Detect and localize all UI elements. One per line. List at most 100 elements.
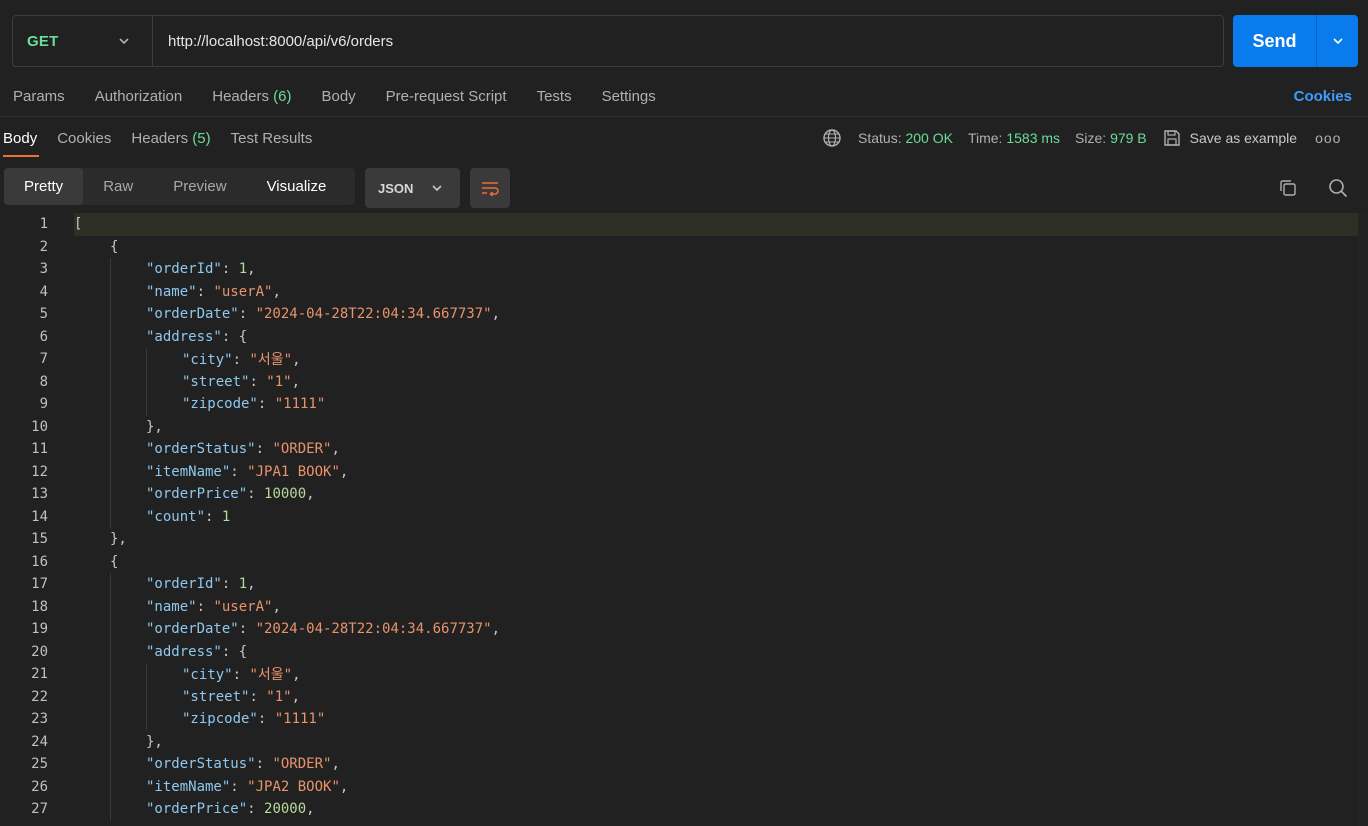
json-punctuation: : (238, 306, 256, 323)
code-content: "count": 1 (74, 505, 1368, 528)
line-number: 15 (31, 531, 48, 548)
line-number: 24 (31, 733, 48, 750)
copy-icon[interactable] (1278, 178, 1298, 198)
tab-authorization[interactable]: Authorization (95, 88, 183, 105)
response-tabs: Body Cookies Headers (5) Test Results (3, 126, 332, 150)
code-line: 24}, (0, 730, 1368, 753)
size-field[interactable]: Size: 979 B (1075, 130, 1147, 146)
json-punctuation: : (257, 711, 275, 728)
code-content: "address": { (74, 325, 1368, 348)
view-preview[interactable]: Preview (153, 168, 246, 205)
json-punctuation: : (230, 778, 248, 795)
code-content: }, (74, 415, 1368, 438)
json-key: "orderPrice" (146, 486, 248, 503)
tab-params[interactable]: Params (13, 88, 65, 105)
search-icon[interactable] (1327, 177, 1349, 199)
code-line: 4 "name": "userA", (0, 280, 1368, 303)
view-raw[interactable]: Raw (83, 168, 153, 205)
indent-guide (110, 640, 111, 663)
response-body-editor[interactable]: 1[2{3 "orderId": 1, 4 "name": "userA", 5 "ord… (0, 213, 1368, 826)
line-number: 9 (39, 396, 48, 413)
json-key: "name" (146, 283, 197, 300)
indent-guide (110, 618, 111, 641)
json-punctuation: , (331, 756, 340, 773)
indent-guide (110, 415, 111, 438)
code-line: 13 "orderPrice": 10000, (0, 483, 1368, 506)
format-select[interactable]: JSON (365, 168, 460, 208)
request-bar: GET http://localhost:8000/api/v6/orders … (12, 15, 1358, 67)
line-number: 3 (39, 261, 48, 278)
json-punctuation: : (249, 688, 267, 705)
status-field[interactable]: Status: 200 OK (858, 130, 953, 146)
code-line: 11 "orderStatus": "ORDER", (0, 438, 1368, 461)
tab-response-body[interactable]: Body (3, 130, 37, 147)
json-punctuation: : (238, 621, 256, 638)
more-options-button[interactable]: ooo (1315, 130, 1341, 146)
code-content: "name": "userA", (74, 595, 1368, 618)
code-content: "zipcode": "1111" (74, 708, 1368, 731)
json-string: "서울" (249, 667, 293, 684)
request-tabs: Params Authorization Headers (6) Body Pr… (13, 84, 686, 108)
tab-response-cookies[interactable]: Cookies (57, 130, 111, 147)
indent-guide (110, 663, 111, 686)
cookies-link[interactable]: Cookies (1294, 84, 1352, 108)
json-string: "1111" (274, 711, 326, 728)
time-label: Time: (967, 130, 1003, 146)
method-select[interactable]: GET (13, 16, 153, 66)
view-pretty[interactable]: Pretty (4, 168, 84, 205)
indent-guide (110, 573, 111, 596)
code-text: "street": "1", (74, 374, 300, 390)
json-key: "orderId" (146, 261, 222, 278)
code-content: "orderId": 1, (74, 258, 1368, 281)
indent-guide (110, 685, 111, 708)
send-dropdown-button[interactable] (1317, 15, 1358, 67)
json-key: "itemName" (146, 778, 231, 795)
code-text: "count": 1 (74, 509, 230, 525)
json-key: "count" (146, 508, 206, 525)
wrap-lines-button[interactable] (470, 168, 510, 208)
json-punctuation: : (247, 486, 265, 503)
code-line: 12 "itemName": "JPA1 BOOK", (0, 460, 1368, 483)
indent-guide (146, 393, 147, 416)
code-content: }, (74, 528, 1368, 551)
json-punctuation: , (306, 486, 315, 503)
line-number: 27 (31, 801, 48, 818)
json-punctuation: : (230, 463, 248, 480)
indent-guide (110, 280, 111, 303)
json-punctuation: : { (221, 643, 248, 660)
tab-pre-request-script[interactable]: Pre-request Script (386, 88, 507, 105)
code-content: "orderId": 1, (74, 573, 1368, 596)
view-mode-selector: Pretty Raw Preview Visualize (4, 168, 355, 205)
json-number: 10000 (264, 486, 307, 503)
view-visualize[interactable]: Visualize (247, 168, 347, 205)
indent-guide (110, 393, 111, 416)
line-number: 2 (39, 238, 48, 255)
url-input[interactable]: http://localhost:8000/api/v6/orders (168, 16, 393, 66)
tab-test-results[interactable]: Test Results (231, 130, 313, 147)
code-line: 21 "city": "서울", (0, 663, 1368, 686)
indent-guide (146, 708, 147, 731)
code-line: 23 "zipcode": "1111" (0, 708, 1368, 731)
vertical-scrollbar[interactable] (1358, 213, 1368, 826)
tab-headers[interactable]: Headers (6) (212, 88, 291, 105)
json-punctuation: , (491, 306, 501, 323)
send-button[interactable]: Send (1233, 15, 1317, 67)
line-number: 19 (31, 621, 48, 638)
tab-body[interactable]: Body (321, 88, 355, 105)
json-string: "JPA2 BOOK" (247, 778, 340, 795)
send-button-group: Send (1233, 15, 1358, 67)
json-punctuation: , (331, 441, 340, 458)
save-as-example-button[interactable]: Save as example (1190, 130, 1297, 146)
tab-tests[interactable]: Tests (537, 88, 572, 105)
time-field[interactable]: Time: 1583 ms (968, 130, 1060, 146)
indent-guide (110, 753, 111, 776)
json-key: "orderStatus" (146, 756, 256, 773)
json-string: "2024-04-28T22:04:34.667737" (255, 306, 492, 323)
globe-icon[interactable] (822, 128, 842, 148)
tab-settings[interactable]: Settings (602, 88, 656, 105)
tab-response-headers[interactable]: Headers (5) (131, 130, 210, 147)
json-punctuation: : (255, 756, 273, 773)
json-string: "1" (266, 688, 292, 705)
json-punctuation: : (249, 373, 267, 390)
size-value: 979 B (1110, 130, 1147, 146)
